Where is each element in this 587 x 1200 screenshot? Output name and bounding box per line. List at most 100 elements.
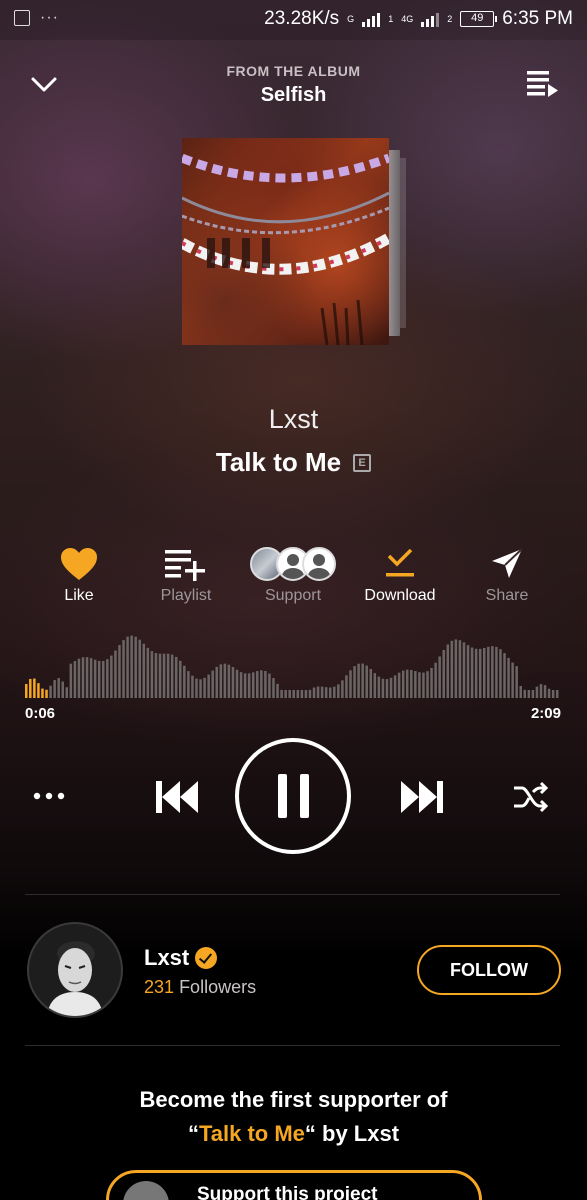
waveform-bar <box>462 642 466 698</box>
sim-2-label: 2 <box>447 14 453 24</box>
waveform-bar <box>195 678 198 698</box>
waveform-bar <box>85 657 89 698</box>
support-track-name: Talk to Me <box>198 1121 305 1146</box>
next-track-icon[interactable] <box>399 775 447 819</box>
waveform-bar <box>422 672 425 698</box>
more-notifications-icon: ··· <box>40 9 59 26</box>
waveform-bar <box>357 663 360 698</box>
waveform-bar <box>442 649 445 698</box>
queue-icon[interactable] <box>525 68 559 100</box>
support-project-button[interactable]: Support this project <box>106 1170 482 1200</box>
support-thumb <box>123 1181 169 1200</box>
waveform-bar <box>187 671 190 698</box>
verified-badge-icon <box>195 947 218 969</box>
like-label: Like <box>64 587 94 604</box>
artist-name-row[interactable]: Lxst <box>144 945 218 971</box>
waveform-bar <box>369 669 373 698</box>
waveform-bar <box>158 653 162 698</box>
waveform-bar <box>527 690 531 698</box>
follow-button[interactable]: FOLLOW <box>417 945 561 995</box>
waveform-bar <box>324 687 328 698</box>
placeholder-avatar-icon <box>302 547 336 581</box>
waveform-bar <box>130 635 133 698</box>
waveform-bar <box>97 660 101 698</box>
shuffle-icon[interactable] <box>512 780 550 814</box>
waveform-bar <box>57 678 60 698</box>
waveform-bar <box>223 663 227 698</box>
network-speed: 23.28K/s <box>264 8 340 29</box>
pause-icon <box>278 774 309 818</box>
waveform-bar <box>377 676 381 698</box>
waveform-bar <box>426 671 429 698</box>
explicit-badge: E <box>353 453 372 472</box>
waveform-bar <box>89 658 93 698</box>
divider <box>25 1045 560 1046</box>
download-button[interactable]: Download <box>350 545 450 605</box>
waveform-bar <box>215 666 218 698</box>
waveform-bar <box>511 662 514 698</box>
waveform-bar <box>539 684 543 698</box>
playlist-button[interactable]: Playlist <box>136 545 236 605</box>
support-project-label: Support this project <box>197 1184 378 1200</box>
waveform-bar <box>349 670 352 698</box>
pause-button[interactable] <box>235 738 351 854</box>
network-type-1: G <box>347 14 355 24</box>
waveform-bar <box>284 690 287 698</box>
waveform-bar <box>474 648 478 698</box>
previous-track-icon[interactable] <box>152 775 200 819</box>
artist-avatar[interactable] <box>27 922 123 1018</box>
waveform-bar <box>410 669 413 698</box>
waveform-bar <box>418 672 421 698</box>
more-options-icon[interactable] <box>32 781 66 811</box>
track-artist[interactable]: Lxst <box>0 404 587 435</box>
waveform-bar <box>81 657 85 698</box>
waveform-bar <box>531 690 535 698</box>
waveform-bar <box>381 678 385 698</box>
download-icon <box>386 549 414 577</box>
waveform-bar <box>126 636 129 698</box>
waveform-bar <box>361 663 364 698</box>
signal-icon-2 <box>421 11 440 27</box>
support-action[interactable]: Support <box>243 545 343 605</box>
signal-icon-1 <box>362 11 381 27</box>
waveform-bar <box>446 644 450 698</box>
album-art[interactable] <box>182 138 389 345</box>
waveform-bar <box>478 648 482 698</box>
waveform-bar <box>519 686 522 698</box>
waveform-bar <box>288 690 291 698</box>
waveform-bar <box>134 636 137 698</box>
share-button[interactable]: Share <box>457 545 557 605</box>
image-notification-icon <box>14 10 30 26</box>
from-album-label: FROM THE ALBUM <box>226 63 361 79</box>
waveform-bar <box>296 690 300 698</box>
waveform-bar <box>499 649 502 698</box>
waveform-bar <box>316 686 320 698</box>
album-art-stack <box>388 150 400 336</box>
waveform-seekbar[interactable] <box>25 630 560 698</box>
waveform-bar <box>69 663 73 698</box>
album-name[interactable]: Selfish <box>0 84 587 107</box>
waveform-bar <box>102 660 105 698</box>
waveform-bar <box>515 666 518 698</box>
waveform-bar <box>166 653 170 698</box>
waveform-bar <box>211 670 214 698</box>
waveform-bar <box>239 672 243 698</box>
waveform-bar <box>49 685 52 698</box>
artist-name: Lxst <box>144 945 190 970</box>
followers-label: Followers <box>179 977 257 997</box>
waveform-bar <box>146 647 150 698</box>
waveform-bar <box>251 672 255 698</box>
like-button[interactable]: Like <box>29 545 129 605</box>
waveform-bar <box>264 671 267 698</box>
waveform-bar <box>373 673 377 698</box>
heart-icon <box>61 548 97 580</box>
waveform-bar <box>179 660 182 698</box>
waveform-bar <box>61 681 64 698</box>
waveform-bar <box>235 669 239 698</box>
waveform-bar <box>393 675 397 698</box>
share-icon <box>492 548 523 578</box>
waveform-bar <box>450 640 454 698</box>
waveform-bar <box>174 656 178 698</box>
waveform-bar <box>118 645 121 698</box>
waveform-bar <box>551 690 555 698</box>
